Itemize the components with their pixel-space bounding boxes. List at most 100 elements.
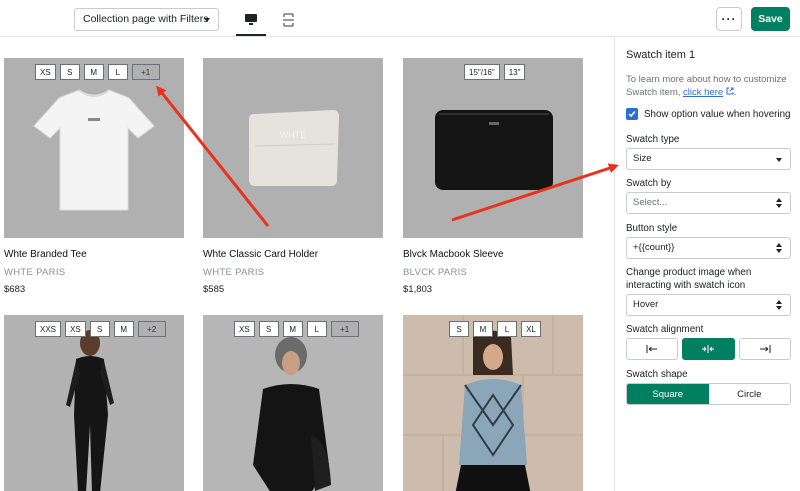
- model-black-outfit-image: [66, 330, 114, 491]
- swatch-by-select[interactable]: Select...: [626, 192, 791, 214]
- button-style-label: Button style: [626, 223, 678, 234]
- align-left-button[interactable]: [626, 338, 679, 360]
- help-link[interactable]: click here: [683, 87, 723, 98]
- swatch-list: S M L XL: [449, 321, 541, 337]
- change-image-label: Change product image when interacting wi…: [626, 267, 752, 291]
- save-button[interactable]: Save: [751, 7, 790, 31]
- product-card[interactable]: XXS XS S M +2: [4, 315, 184, 491]
- swatch-option[interactable]: XXS: [35, 321, 62, 337]
- swatch-type-label: Swatch type: [626, 134, 680, 145]
- swatch-option[interactable]: L: [306, 321, 327, 337]
- button-style-value: +{{count}}: [633, 242, 675, 253]
- align-center-icon: [702, 345, 715, 353]
- swatch-option[interactable]: S: [449, 321, 469, 337]
- shape-square-button[interactable]: Square: [627, 384, 709, 404]
- expand-icon: [282, 13, 294, 27]
- card-holder-image: WHTE: [249, 110, 339, 186]
- shape-button-group: Square Circle: [626, 383, 791, 405]
- swatch-by-label: Swatch by: [626, 178, 672, 189]
- show-option-checkbox-row[interactable]: Show option value when hovering: [626, 108, 791, 120]
- change-image-value: Hover: [633, 299, 659, 310]
- svg-text:WHTE: WHTE: [280, 130, 307, 140]
- align-left-icon: [646, 345, 658, 353]
- product-image[interactable]: 15"/16" 13": [403, 58, 583, 238]
- swatch-option[interactable]: 13": [503, 64, 526, 80]
- chevron-down-icon: [204, 18, 210, 22]
- product-image[interactable]: XS S M L +1: [4, 58, 184, 238]
- swatch-option[interactable]: S: [258, 321, 279, 337]
- laptop-sleeve-image: [435, 110, 553, 190]
- desktop-view-button[interactable]: [236, 5, 266, 36]
- product-name[interactable]: Whte Branded Tee: [4, 249, 87, 260]
- swatch-option[interactable]: XS: [234, 321, 255, 337]
- swatch-by-placeholder: Select...: [633, 197, 668, 208]
- select-arrows-icon: [776, 198, 782, 208]
- full-width-view-button[interactable]: [274, 5, 302, 35]
- product-image[interactable]: S M L XL: [403, 315, 583, 491]
- product-price: $1,803: [403, 284, 433, 295]
- template-select-value: Collection page with Filters: [83, 13, 209, 25]
- swatch-option[interactable]: XS: [65, 321, 86, 337]
- swatch-list: XS S M L +1: [35, 64, 160, 80]
- shape-circle-button[interactable]: Circle: [708, 384, 790, 404]
- top-bar: Collection page with Filters ··· Save: [0, 0, 800, 37]
- storefront-preview: XS S M L +1 Whte Branded Tee WHTE PARIS …: [0, 37, 614, 491]
- swatch-option[interactable]: L: [107, 64, 128, 80]
- product-price: $683: [4, 284, 26, 295]
- align-right-icon: [759, 345, 771, 353]
- select-arrows-icon: [776, 243, 782, 253]
- swatch-list: XXS XS S M +2: [35, 321, 166, 337]
- tshirt-image: [33, 89, 155, 211]
- align-center-button[interactable]: [682, 338, 735, 360]
- checkmark-icon: [628, 111, 636, 118]
- help-text: To learn more about how to customize Swa…: [626, 74, 787, 98]
- swatch-option[interactable]: M: [113, 321, 134, 337]
- chevron-down-icon: [776, 158, 782, 162]
- product-card[interactable]: XS S M L +1 Whte Branded Tee WHTE PARIS …: [4, 58, 184, 295]
- swatch-type-value: Size: [633, 153, 652, 164]
- align-right-button[interactable]: [738, 338, 791, 360]
- product-card[interactable]: 15"/16" 13" Blvck Macbook Sleeve BLVCK P…: [403, 58, 583, 295]
- model-black-hoodie-image: [253, 337, 331, 491]
- alignment-button-group: [626, 338, 791, 360]
- swatch-more-button[interactable]: +1: [131, 64, 160, 80]
- product-image[interactable]: WHTE: [203, 58, 383, 238]
- swatch-more-button[interactable]: +1: [330, 321, 359, 337]
- product-card[interactable]: XS S M L +1: [203, 315, 383, 491]
- product-card[interactable]: WHTE Whte Classic Card Holder WHTE PARIS…: [203, 58, 383, 295]
- select-arrows-icon: [776, 300, 782, 310]
- more-actions-button[interactable]: ···: [716, 7, 742, 31]
- swatch-option[interactable]: M: [282, 321, 303, 337]
- swatch-option[interactable]: XS: [35, 64, 56, 80]
- product-image[interactable]: XS S M L +1: [203, 315, 383, 491]
- sidebar-title: Swatch item 1: [626, 49, 696, 61]
- swatch-option[interactable]: XL: [521, 321, 541, 337]
- show-option-label: Show option value when hovering: [644, 108, 791, 120]
- show-option-checkbox[interactable]: [626, 108, 638, 120]
- product-vendor: BLVCK PARIS: [403, 267, 468, 278]
- product-vendor: WHTE PARIS: [4, 267, 66, 278]
- product-price: $585: [203, 284, 225, 295]
- product-name[interactable]: Whte Classic Card Holder: [203, 249, 318, 260]
- product-vendor: WHTE PARIS: [203, 267, 265, 278]
- swatch-option[interactable]: M: [473, 321, 493, 337]
- swatch-option[interactable]: L: [497, 321, 517, 337]
- model-argyle-vest-image: [403, 315, 583, 491]
- settings-sidebar: Swatch item 1 To learn more about how to…: [614, 37, 800, 491]
- swatch-more-button[interactable]: +2: [137, 321, 166, 337]
- product-image[interactable]: XXS XS S M +2: [4, 315, 184, 491]
- button-style-select[interactable]: +{{count}}: [626, 237, 791, 259]
- swatch-type-select[interactable]: Size: [626, 148, 791, 170]
- swatch-option[interactable]: S: [59, 64, 80, 80]
- product-card[interactable]: S M L XL: [403, 315, 583, 491]
- desktop-icon: [245, 14, 257, 25]
- swatch-option[interactable]: 15"/16": [464, 64, 500, 80]
- product-name[interactable]: Blvck Macbook Sleeve: [403, 249, 504, 260]
- change-image-select[interactable]: Hover: [626, 294, 791, 316]
- external-link-icon: [726, 87, 734, 95]
- template-select[interactable]: Collection page with Filters: [74, 8, 219, 31]
- shape-label: Swatch shape: [626, 369, 688, 380]
- swatch-option[interactable]: S: [89, 321, 110, 337]
- swatch-list: XS S M L +1: [234, 321, 359, 337]
- swatch-option[interactable]: M: [83, 64, 104, 80]
